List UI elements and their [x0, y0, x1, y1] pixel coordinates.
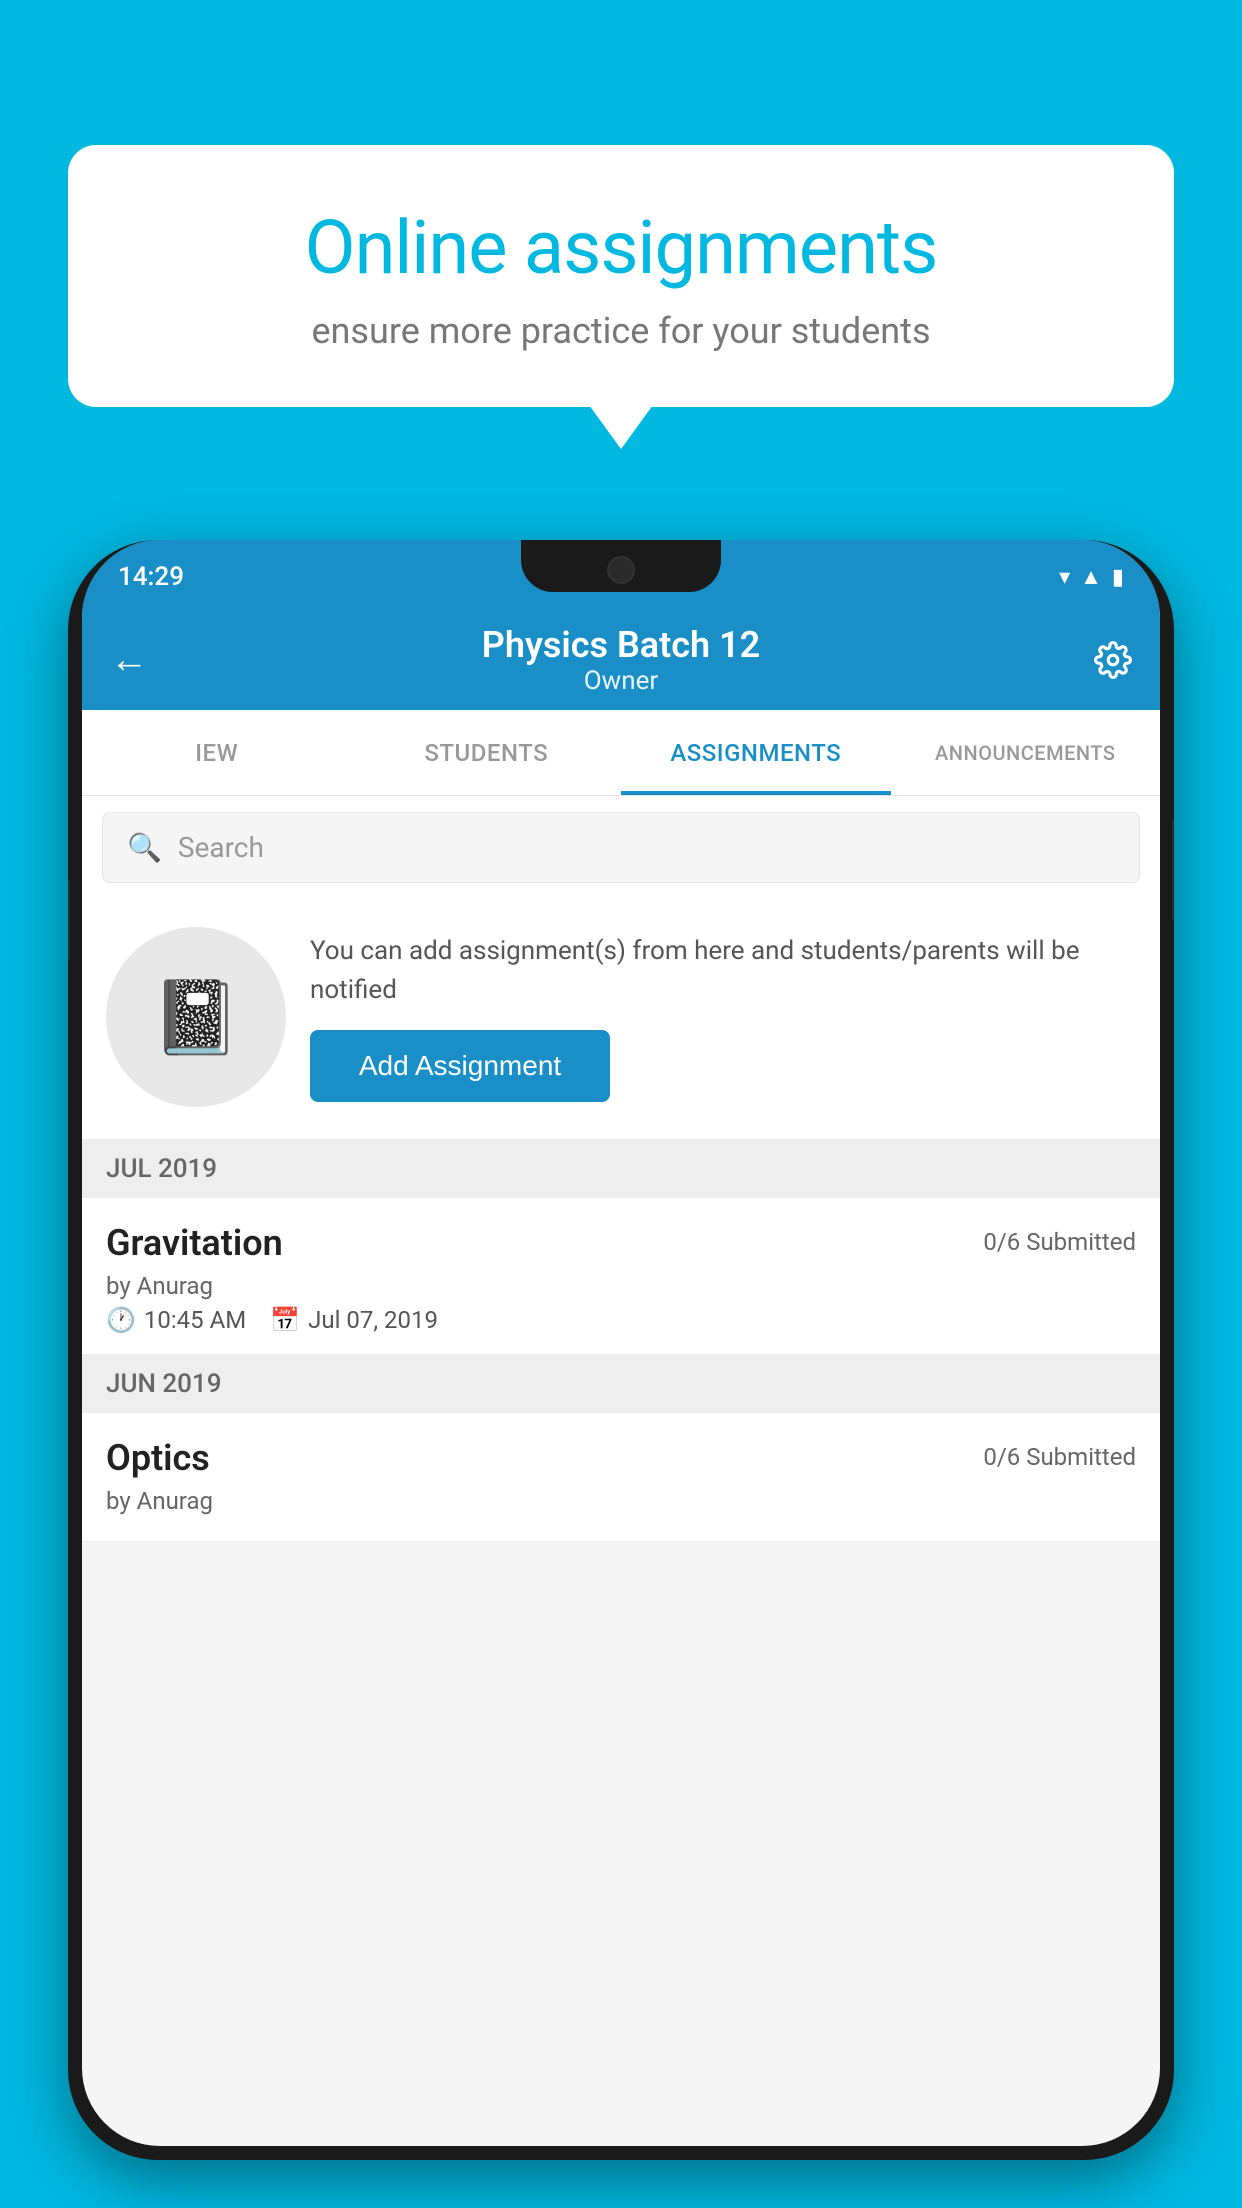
status-time: 14:29: [118, 562, 184, 592]
speech-bubble: Online assignments ensure more practice …: [68, 145, 1174, 407]
speech-bubble-subtext: ensure more practice for your students: [138, 310, 1104, 352]
tab-iew[interactable]: IEW: [82, 710, 352, 795]
header-title-block: Physics Batch 12 Owner: [482, 624, 760, 696]
tab-assignments[interactable]: ASSIGNMENTS: [621, 710, 891, 795]
search-bar-container: 🔍 Search: [82, 796, 1160, 899]
batch-subtitle: Owner: [482, 666, 760, 696]
gear-icon: [1094, 641, 1132, 679]
clock-icon: 🕐: [106, 1306, 136, 1334]
tab-announcements[interactable]: ANNOUNCEMENTS: [891, 710, 1161, 795]
calendar-icon: 📅: [270, 1306, 300, 1334]
empty-state-description: You can add assignment(s) from here and …: [310, 932, 1136, 1010]
empty-text-block: You can add assignment(s) from here and …: [310, 932, 1136, 1102]
wifi-icon: ▾: [1059, 565, 1070, 590]
assignment-date: Jul 07, 2019: [308, 1306, 438, 1334]
assignment-time: 10:45 AM: [144, 1306, 246, 1334]
empty-state: 📓 You can add assignment(s) from here an…: [82, 899, 1160, 1140]
search-placeholder: Search: [178, 831, 264, 864]
assignment-item-optics[interactable]: Optics 0/6 Submitted by Anurag: [82, 1413, 1160, 1542]
tab-announcements-label: ANNOUNCEMENTS: [935, 741, 1115, 765]
batch-title: Physics Batch 12: [482, 624, 760, 666]
section-header-jun: JUN 2019: [82, 1355, 1160, 1413]
phone-camera: [607, 556, 635, 584]
tab-students[interactable]: STUDENTS: [352, 710, 622, 795]
assignment-name: Gravitation: [106, 1222, 283, 1264]
phone-notch: [521, 540, 721, 592]
assignment-name-optics: Optics: [106, 1437, 210, 1479]
assignment-submitted: 0/6 Submitted: [983, 1228, 1136, 1256]
assignment-author-optics: by Anurag: [106, 1487, 1136, 1515]
tabs-bar: IEW STUDENTS ASSIGNMENTS ANNOUNCEMENTS: [82, 710, 1160, 796]
status-icons: ▾ ▲ ▮: [1059, 564, 1124, 590]
back-button[interactable]: ←: [110, 610, 148, 710]
power-button: [1172, 820, 1174, 920]
speech-bubble-container: Online assignments ensure more practice …: [68, 145, 1174, 407]
volume-button: [68, 880, 70, 960]
tab-students-label: STUDENTS: [424, 739, 548, 767]
section-header-jul: JUL 2019: [82, 1140, 1160, 1198]
assignment-submitted-optics: 0/6 Submitted: [983, 1443, 1136, 1471]
back-arrow-icon: ←: [110, 638, 148, 682]
speech-bubble-headline: Online assignments: [138, 205, 1104, 292]
add-assignment-button[interactable]: Add Assignment: [310, 1030, 610, 1102]
signal-icon: ▲: [1080, 564, 1102, 590]
search-bar[interactable]: 🔍 Search: [102, 812, 1140, 883]
screen-content: 🔍 Search 📓 You can add assignment(s) fro…: [82, 796, 1160, 1542]
phone: 14:29 ▾ ▲ ▮ ← Physics Batch 12 Owner: [68, 540, 1174, 2160]
tab-assignments-label: ASSIGNMENTS: [670, 739, 841, 767]
phone-container: 14:29 ▾ ▲ ▮ ← Physics Batch 12 Owner: [68, 540, 1174, 2208]
tab-iew-label: IEW: [195, 739, 238, 767]
date-detail: 📅 Jul 07, 2019: [270, 1306, 438, 1334]
notebook-icon: 📓: [151, 975, 241, 1060]
phone-screen: 14:29 ▾ ▲ ▮ ← Physics Batch 12 Owner: [82, 540, 1160, 2146]
assignment-item-gravitation[interactable]: Gravitation 0/6 Submitted by Anurag 🕐 10…: [82, 1198, 1160, 1355]
battery-icon: ▮: [1112, 565, 1124, 590]
empty-state-icon: 📓: [106, 927, 286, 1107]
search-icon: 🔍: [127, 831, 162, 864]
assignment-top-optics: Optics 0/6 Submitted: [106, 1437, 1136, 1479]
assignment-top: Gravitation 0/6 Submitted: [106, 1222, 1136, 1264]
assignment-author: by Anurag: [106, 1272, 1136, 1300]
assignment-details: 🕐 10:45 AM 📅 Jul 07, 2019: [106, 1306, 1136, 1334]
time-detail: 🕐 10:45 AM: [106, 1306, 246, 1334]
settings-button[interactable]: [1094, 610, 1132, 710]
